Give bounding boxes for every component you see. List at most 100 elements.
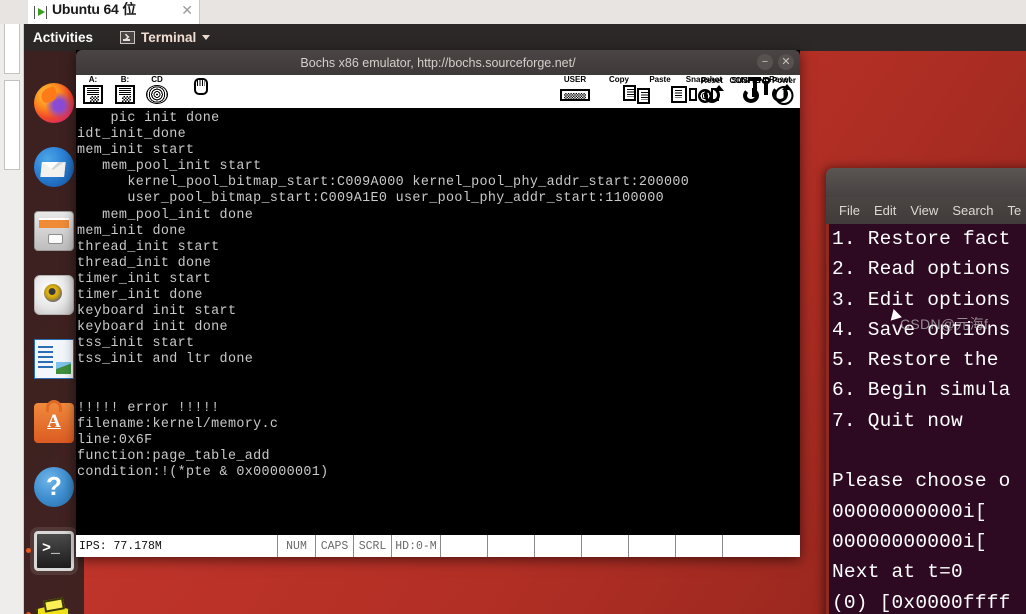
status-blank-3	[534, 535, 581, 557]
terminal-line: 00000000000i[	[832, 500, 987, 523]
dock-item-firefox[interactable]	[30, 79, 78, 127]
console-line: mem_init done	[77, 223, 187, 239]
status-blank-6	[675, 535, 722, 557]
archive-icon	[34, 595, 74, 614]
status-blank-4	[581, 535, 628, 557]
status-caps: CAPS	[315, 535, 353, 557]
console-line: tss_init start	[77, 336, 195, 352]
console-line: condition:!(*pte & 0x00000001)	[77, 465, 329, 481]
toolbar-cdrom-button[interactable]: CD	[142, 76, 172, 106]
toolbar-copy-label: Copy	[609, 75, 629, 84]
play-vm-icon	[34, 5, 47, 19]
gnome-terminal-title-bar[interactable]	[826, 168, 1026, 197]
console-line: mem_init start	[77, 143, 195, 159]
dock-item-software[interactable]	[30, 399, 78, 447]
terminal-line: 5. Restore the	[832, 349, 1011, 372]
bochs-title-bar[interactable]: Bochs x86 emulator, http://bochs.sourcef…	[76, 50, 800, 75]
console-line: tss_init and ltr done	[77, 352, 254, 368]
status-hd: HD:0-M	[391, 535, 440, 557]
console-line: idt_init_done	[77, 127, 187, 143]
status-blank-1	[440, 535, 487, 557]
console-line: keyboard init start	[77, 304, 237, 320]
files-icon	[34, 211, 74, 251]
chevron-down-icon	[202, 35, 211, 40]
dock-item-rhythmbox[interactable]	[30, 271, 78, 319]
toolbar-power-button[interactable]: Power	[768, 77, 800, 107]
toolbar-paste-label: Paste	[649, 75, 671, 84]
toolbar-floppy-b-button[interactable]: B:	[110, 76, 140, 106]
thunderbird-icon	[34, 147, 74, 187]
vmware-left-rail	[0, 0, 24, 614]
status-blank-7	[722, 535, 800, 557]
minimize-icon[interactable]: −	[757, 54, 773, 70]
bochs-status-bar: IPS: 77.178M NUM CAPS SCRL HD:0-M	[76, 534, 800, 557]
menu-file[interactable]: File	[839, 203, 860, 218]
window-controls: − ✕	[757, 54, 794, 70]
status-scrl: SCRL	[353, 535, 391, 557]
vmware-tab-label: Ubuntu 64 位	[52, 2, 137, 16]
firefox-icon	[34, 83, 74, 123]
console-line: filename:kernel/memory.c	[77, 416, 279, 432]
gnome-terminal-window: File Edit View Search Te 1. Restore fact…	[826, 168, 1026, 614]
terminal-line: 2. Read options	[832, 258, 1011, 281]
vmware-tab-ubuntu[interactable]: Ubuntu 64 位 ✕	[28, 0, 200, 24]
console-line: line:0x6F	[77, 432, 153, 448]
dock-item-archive[interactable]	[26, 591, 78, 614]
terminal-line: 3. Edit options	[832, 288, 1011, 311]
terminal-line: 00000000000i[	[832, 530, 987, 553]
console-line: pic init done	[77, 111, 220, 126]
close-icon[interactable]: ✕	[778, 54, 794, 70]
menu-search[interactable]: Search	[952, 203, 993, 218]
toolbar-cdrom-label: CD	[151, 75, 163, 84]
menu-view[interactable]: View	[910, 203, 938, 218]
help-icon	[34, 467, 74, 507]
toolbar-copy-button[interactable]: Copy	[599, 75, 650, 106]
bochs-console-output: pic init done idt_init_done mem_init start…	[76, 111, 800, 534]
dock-item-impress[interactable]	[30, 335, 78, 383]
status-blank-5	[628, 535, 675, 557]
status-ips: IPS: 77.178M	[79, 539, 162, 553]
toolbar-user-button[interactable]: USER	[553, 76, 597, 106]
gnome-terminal-menubar: File Edit View Search Te	[826, 197, 1026, 224]
toolbar-mouse-button[interactable]	[174, 76, 208, 106]
dock-item-terminal[interactable]	[26, 527, 78, 575]
console-line: timer_init start	[77, 271, 212, 287]
dock-item-help[interactable]	[30, 463, 78, 511]
toolbar-paste-button[interactable]: Paste	[641, 75, 687, 106]
console-line: function:page_table_add	[77, 448, 270, 464]
console-line: user_pool_bitmap_start:C009A1E0 user_poo…	[77, 191, 664, 207]
dock-item-thunderbird[interactable]	[30, 143, 78, 191]
bochs-window-title: Bochs x86 emulator, http://bochs.sourcef…	[300, 55, 576, 70]
running-indicator-dot	[26, 548, 31, 553]
toolbar-floppy-a-button[interactable]: A:	[78, 76, 108, 106]
screen-root: Ubuntu 64 位 ✕ Activities Terminal A ? >_…	[0, 0, 1026, 614]
bochs-window: Bochs x86 emulator, http://bochs.sourcef…	[76, 50, 800, 557]
console-line: thread_init done	[77, 255, 212, 271]
impress-icon	[34, 339, 74, 379]
console-line: thread_init start	[77, 239, 220, 255]
activities-button[interactable]: Activities	[24, 30, 93, 45]
terminal-line: Please choose o	[832, 470, 1011, 493]
toolbar-floppy-b-label: B:	[120, 75, 130, 84]
vmware-rail-thumb-2[interactable]	[4, 80, 20, 170]
console-line: timer_init done	[77, 288, 203, 304]
topbar-app-menu[interactable]: Terminal	[120, 30, 211, 45]
ubuntu-desktop: Activities Terminal A ? >_ Bochs x86 emu…	[24, 24, 1026, 614]
status-blank-2	[487, 535, 534, 557]
console-line: keyboard init done	[77, 320, 228, 336]
rhythmbox-icon	[34, 275, 74, 315]
gnome-terminal-output[interactable]: 1. Restore fact 2. Read options 3. Edit op…	[826, 224, 1026, 614]
status-num: NUM	[277, 535, 315, 557]
terminal-line: 4. Save options	[832, 318, 1011, 341]
toolbar-floppy-a-label: A:	[88, 75, 98, 84]
terminal-line: 6. Begin simula	[832, 379, 1011, 402]
menu-edit[interactable]: Edit	[874, 203, 896, 218]
menu-terminal[interactable]: Te	[1008, 203, 1022, 218]
dock-item-files[interactable]	[30, 207, 78, 255]
terminal-line: 1. Restore fact	[832, 228, 1011, 250]
gnome-top-bar: Activities Terminal	[24, 24, 1026, 51]
close-icon[interactable]: ✕	[181, 3, 193, 17]
toolbar-power-label: Power	[771, 76, 796, 85]
